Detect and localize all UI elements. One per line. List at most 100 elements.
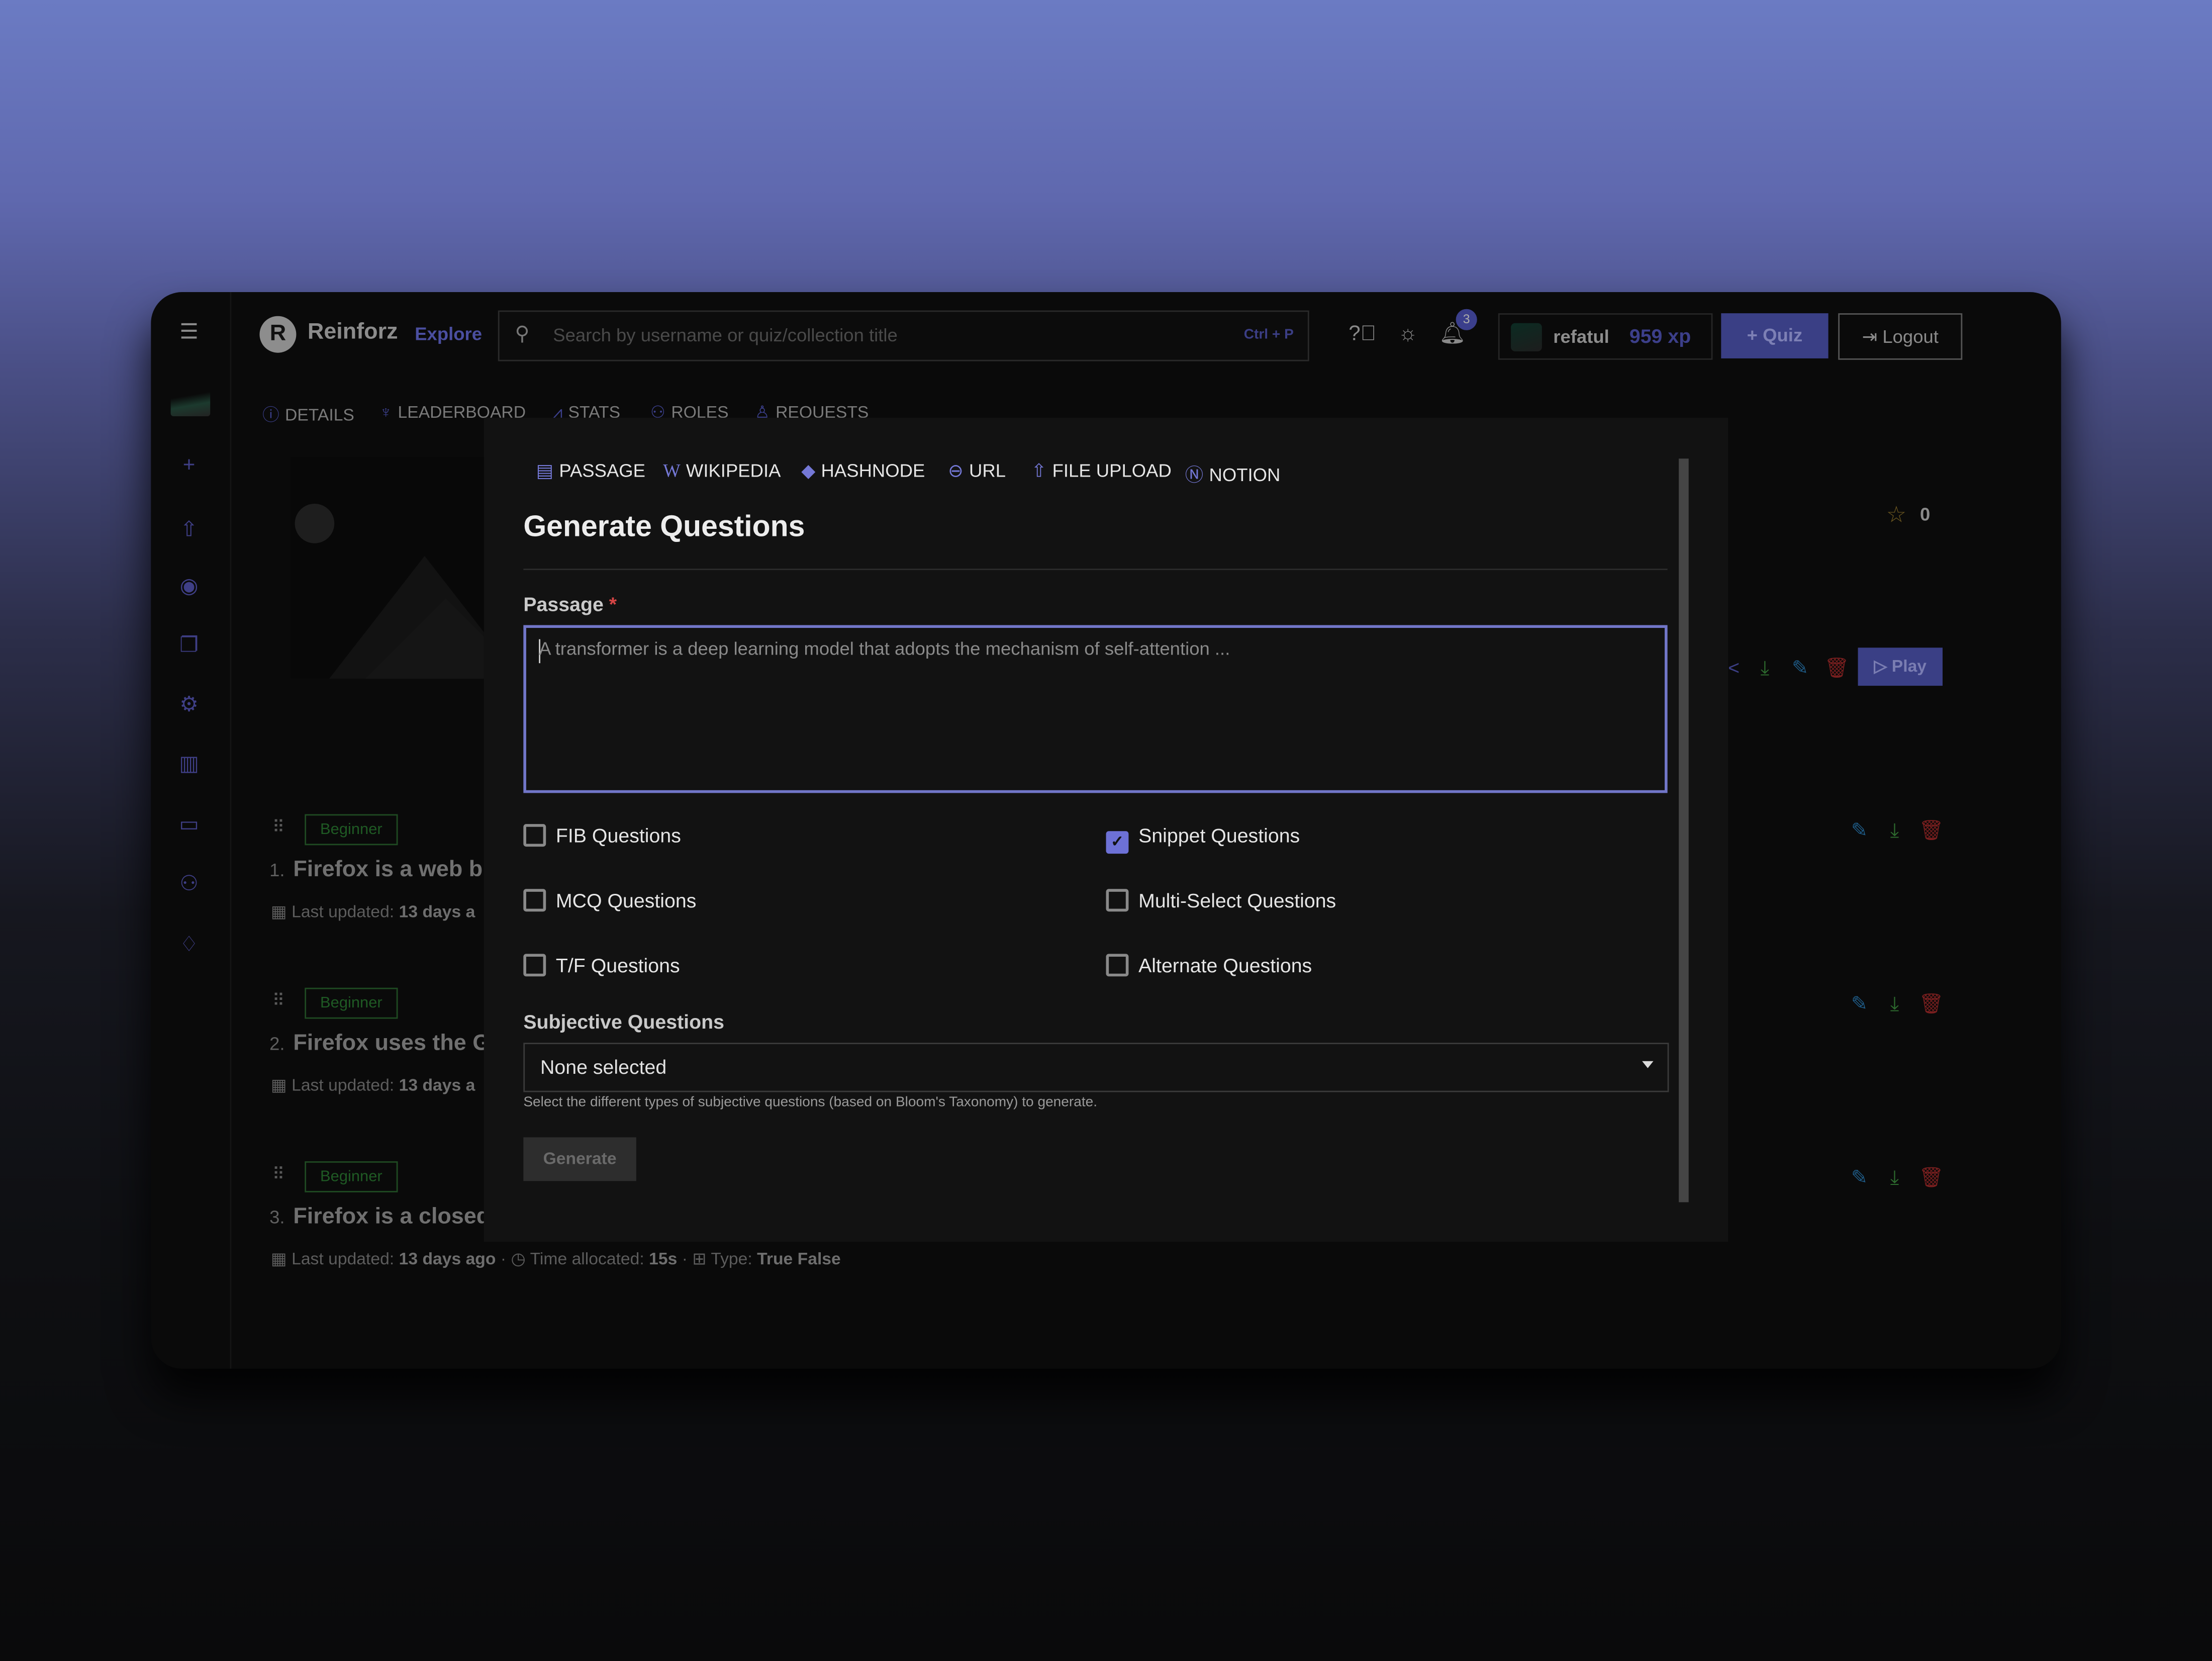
question-title[interactable]: 3. Firefox is a closed <box>269 1205 490 1231</box>
meta-label: Last updated: <box>292 901 395 921</box>
question-text: Firefox is a closed <box>293 1205 491 1229</box>
tab-label: PASSAGE <box>559 460 646 482</box>
checkbox-label: Alternate Questions <box>1138 954 1312 977</box>
search-icon: ⚲ <box>515 321 530 344</box>
users-icon[interactable]: ⚇ <box>176 872 202 898</box>
download-icon[interactable]: ⤓ <box>1883 992 1906 1016</box>
question-meta: ▦ Last updated: 13 days a <box>271 902 475 921</box>
checkbox[interactable] <box>523 824 546 847</box>
logout-button[interactable]: ⇥ Logout <box>1838 313 1963 360</box>
play-button[interactable]: ▷ Play <box>1858 648 1943 686</box>
search-input[interactable]: ⚲ Search by username or quiz/collection … <box>498 310 1309 361</box>
edit-icon[interactable]: ✎ <box>1789 656 1811 680</box>
upload-icon[interactable]: ⇧ <box>176 518 202 543</box>
user-profile[interactable]: refatul 959 xp <box>1498 313 1713 360</box>
drag-handle-icon[interactable]: ⠿ <box>272 1164 285 1184</box>
username: refatul <box>1553 326 1609 347</box>
bell-icon[interactable]: ♢ <box>176 933 202 958</box>
question-number: 1. <box>269 859 285 881</box>
link-icon: ⊖ <box>948 460 964 482</box>
question-title[interactable]: 1. Firefox is a web br <box>269 858 492 884</box>
delete-icon[interactable]: 🗑︎ <box>1918 992 1944 1016</box>
search-placeholder: Search by username or quiz/collection ti… <box>553 324 898 346</box>
delete-icon[interactable]: 🗑︎ <box>1918 818 1944 843</box>
source-tab-wikipedia[interactable]: W WIKIPEDIA <box>663 460 781 483</box>
folder-icon[interactable]: ▭ <box>176 813 202 839</box>
tab-details[interactable]: ⓘ DETAILS <box>262 402 354 426</box>
checkbox[interactable] <box>523 954 546 977</box>
quiz-thumbnail <box>291 457 484 679</box>
generate-button[interactable]: Generate <box>523 1137 636 1181</box>
source-tab-url[interactable]: ⊖ URL <box>948 460 1006 483</box>
difficulty-badge: Beginner <box>305 987 398 1019</box>
upload-icon: ⇧ <box>1031 460 1047 482</box>
quiz-icon[interactable]: ❐ <box>176 633 202 659</box>
download-icon[interactable]: ⤓ <box>1883 818 1906 843</box>
label-text: Passage <box>523 592 604 615</box>
question-meta: ▦ Last updated: 13 days a <box>271 1075 475 1095</box>
checkbox-fib[interactable]: FIB Questions <box>523 824 681 847</box>
star-icon[interactable]: ☆ <box>1886 501 1906 529</box>
separator: · <box>500 1249 511 1269</box>
report-icon[interactable]: ▥ <box>176 752 202 778</box>
notion-icon: Ⓝ <box>1185 464 1204 486</box>
source-tab-passage[interactable]: ▤ PASSAGE <box>536 460 645 483</box>
question-text: Firefox is a web br <box>293 858 492 882</box>
drag-handle-icon[interactable]: ⠿ <box>272 817 285 837</box>
download-icon[interactable]: ⤓ <box>1883 1165 1906 1189</box>
question-text: Firefox uses the G <box>293 1031 491 1056</box>
passage-textarea[interactable]: A transformer is a deep learning model t… <box>523 625 1668 793</box>
delete-icon[interactable]: 🗑︎ <box>1918 1165 1944 1189</box>
sidebar-avatar[interactable] <box>170 388 211 417</box>
download-icon[interactable]: ⤓ <box>1754 656 1776 680</box>
divider <box>523 569 1668 570</box>
question-title[interactable]: 2. Firefox uses the G <box>269 1032 490 1057</box>
checkbox-tf[interactable]: T/F Questions <box>523 954 680 977</box>
checkbox-label: Snippet Questions <box>1138 824 1300 847</box>
checkbox-alternate[interactable]: Alternate Questions <box>1106 954 1312 977</box>
checkbox-label: FIB Questions <box>555 824 681 847</box>
edit-icon[interactable]: ✎ <box>1848 992 1871 1016</box>
source-tab-notion[interactable]: Ⓝ NOTION <box>1185 460 1281 487</box>
checkbox-multi-select[interactable]: Multi-Select Questions <box>1106 889 1336 912</box>
meta-label: Last updated: <box>292 1249 395 1269</box>
brand-logo[interactable]: R <box>259 316 297 353</box>
delete-icon[interactable]: 🗑︎ <box>1824 656 1849 680</box>
gear-icon[interactable]: ⚙ <box>176 693 202 718</box>
drag-handle-icon[interactable]: ⠿ <box>272 990 285 1010</box>
add-quiz-button[interactable]: + Quiz <box>1721 313 1829 358</box>
subjective-helper-text: Select the different types of subjective… <box>523 1095 1098 1111</box>
chevron-down-icon <box>1642 1061 1654 1068</box>
meta-label: Type: <box>711 1249 752 1269</box>
select-value: None selected <box>540 1055 667 1078</box>
checkbox[interactable] <box>1106 954 1129 977</box>
scrollbar[interactable] <box>1679 458 1689 1203</box>
hamburger-menu-icon[interactable]: ☰ <box>176 320 202 346</box>
passage-placeholder: A transformer is a deep learning model t… <box>539 637 1230 659</box>
checkmark-icon[interactable]: ✓ <box>1106 831 1129 854</box>
tab-label: WIKIPEDIA <box>686 460 781 482</box>
edit-icon[interactable]: ✎ <box>1848 1165 1871 1189</box>
help-icon[interactable]: ?⃝ <box>1349 322 1376 347</box>
brand-name[interactable]: Reinforz <box>308 320 398 346</box>
source-tab-hashnode[interactable]: ◆ HASHNODE <box>801 460 925 483</box>
xp-count: 959 xp <box>1629 324 1691 347</box>
source-tab-file-upload[interactable]: ⇧ FILE UPLOAD <box>1031 460 1172 483</box>
sun-shape <box>295 504 335 543</box>
required-mark: * <box>609 592 617 615</box>
explore-link[interactable]: Explore <box>415 323 482 344</box>
hashnode-icon: ◆ <box>801 460 816 482</box>
plus-icon: + <box>1747 324 1763 346</box>
tab-label: NOTION <box>1209 464 1281 486</box>
checkbox[interactable] <box>523 889 546 912</box>
checkbox[interactable] <box>1106 889 1129 912</box>
edit-icon[interactable]: ✎ <box>1848 818 1871 843</box>
add-icon[interactable]: + <box>176 453 202 479</box>
theme-toggle-icon[interactable]: ☼ <box>1395 322 1421 347</box>
subjective-select[interactable]: None selected <box>523 1043 1669 1092</box>
avatar <box>1511 323 1542 351</box>
checkbox-mcq[interactable]: MCQ Questions <box>523 889 696 912</box>
checkbox-label: T/F Questions <box>555 954 680 977</box>
user-circle-icon[interactable]: ◉ <box>176 574 202 600</box>
checkbox-snippet[interactable]: ✓ Snippet Questions <box>1106 824 1300 854</box>
